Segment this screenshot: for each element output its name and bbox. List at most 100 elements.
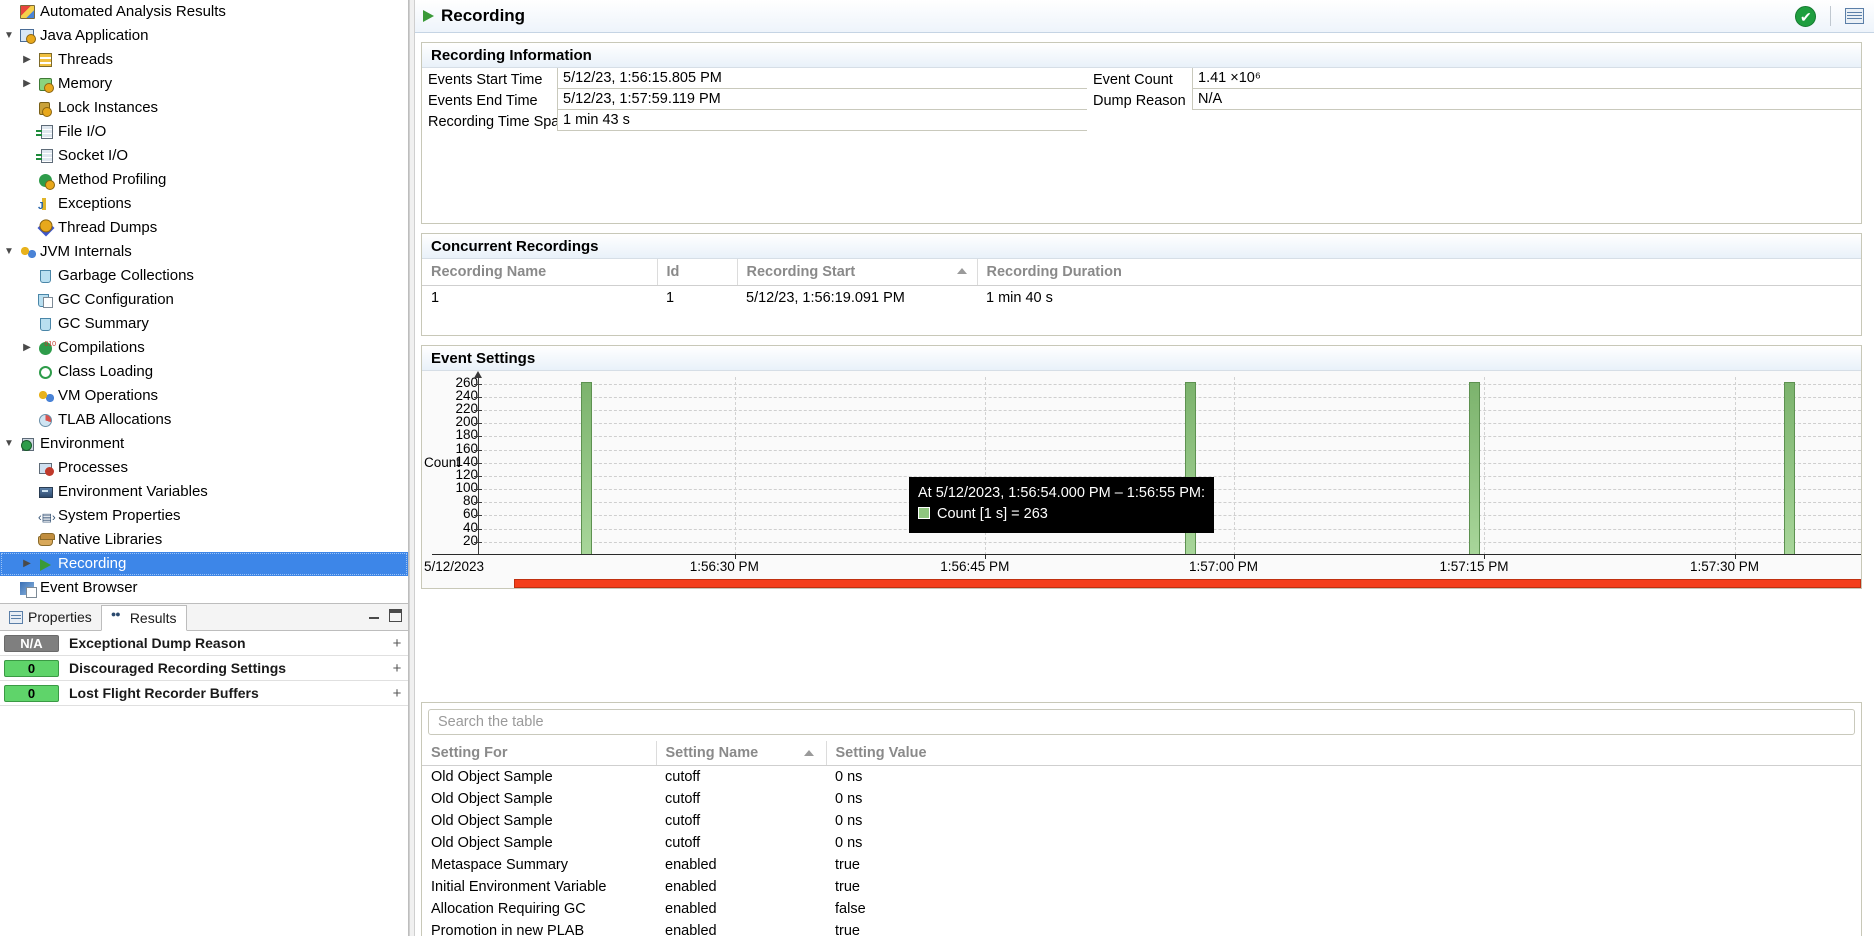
settings-table[interactable]: Setting For Setting Name Setting Value O… bbox=[422, 741, 1861, 936]
tree-item-label: Exceptions bbox=[58, 195, 132, 212]
environment-variables-icon bbox=[36, 482, 56, 502]
tree-item-system-properties[interactable]: System Properties bbox=[0, 504, 408, 530]
tree-item-threads[interactable]: Threads bbox=[0, 48, 408, 72]
table-row[interactable]: Initial Environment Variable enabled true bbox=[422, 876, 1861, 898]
result-label: Exceptional Dump Reason bbox=[69, 635, 246, 651]
range-selection-bar[interactable] bbox=[514, 579, 1861, 588]
tree-item-gc-summary[interactable]: GC Summary bbox=[0, 312, 408, 336]
column-setting-name[interactable]: Setting Name bbox=[656, 741, 827, 766]
chevron-down-icon[interactable] bbox=[0, 240, 18, 264]
chevron-down-icon[interactable] bbox=[0, 432, 18, 456]
table-row[interactable]: 1 1 5/12/23, 1:56:19.091 PM 1 min 40 s bbox=[422, 286, 1861, 311]
tree-item-method-profiling[interactable]: Method Profiling bbox=[0, 168, 408, 192]
tree-item-tlab-allocations[interactable]: TLAB Allocations bbox=[0, 408, 408, 432]
recording-time-span-value[interactable]: 1 min 43 s bbox=[557, 110, 1087, 131]
memory-icon-glyph bbox=[39, 78, 54, 93]
tree-item-java-application[interactable]: Java Application bbox=[0, 24, 408, 48]
table-row[interactable]: Old Object Sample cutoff 0 ns bbox=[422, 788, 1861, 810]
event-count-value[interactable]: 1.41 ×10⁶ bbox=[1192, 68, 1861, 89]
events-end-time-label: Events End Time bbox=[428, 92, 538, 109]
cell-setting-name: cutoff bbox=[665, 835, 701, 851]
table-row[interactable]: Metaspace Summary enabled true bbox=[422, 854, 1861, 876]
table-row[interactable]: Old Object Sample cutoff 0 ns bbox=[422, 766, 1861, 789]
column-recording-name[interactable]: Recording Name bbox=[422, 259, 658, 286]
events-start-time-value[interactable]: 5/12/23, 1:56:15.805 PM bbox=[557, 68, 1087, 89]
column-setting-for[interactable]: Setting For bbox=[422, 741, 657, 766]
result-row[interactable]: 0 Discouraged Recording Settings + bbox=[0, 656, 408, 681]
events-end-time-value[interactable]: 5/12/23, 1:57:59.119 PM bbox=[557, 89, 1087, 110]
minimize-icon[interactable] bbox=[368, 609, 381, 622]
tree-item-event-browser[interactable]: Event Browser bbox=[0, 576, 408, 600]
expand-result-button[interactable]: + bbox=[386, 635, 408, 652]
tree-item-lock-instances[interactable]: Lock Instances bbox=[0, 96, 408, 120]
tree-item-label: Event Browser bbox=[40, 579, 138, 596]
tree-item-recording[interactable]: Recording bbox=[0, 552, 408, 576]
tree-item-label: File I/O bbox=[58, 123, 107, 140]
table-row[interactable]: Promotion in new PLAB enabled true bbox=[422, 920, 1861, 936]
tree-item-memory[interactable]: Memory bbox=[0, 72, 408, 96]
chevron-right-icon[interactable] bbox=[18, 72, 36, 96]
tree-item-label: Recording bbox=[58, 555, 127, 572]
recording-play-icon bbox=[36, 554, 56, 574]
search-input[interactable]: Search the table bbox=[428, 709, 1855, 735]
outline-tree[interactable]: Automated Analysis Results Java Applicati… bbox=[0, 0, 409, 604]
y-tick-mark bbox=[474, 449, 482, 451]
tree-item-exceptions[interactable]: Exceptions bbox=[0, 192, 408, 219]
header-divider bbox=[1830, 6, 1831, 26]
tab-properties[interactable]: Properties bbox=[0, 604, 101, 630]
result-row[interactable]: N/A Exceptional Dump Reason + bbox=[0, 631, 408, 656]
tab-results-label: Results bbox=[129, 610, 177, 626]
tree-item-native-libraries[interactable]: Native Libraries bbox=[0, 528, 408, 552]
vertical-gridline bbox=[1484, 377, 1486, 555]
table-row[interactable]: Allocation Requiring GC enabled false bbox=[422, 898, 1861, 920]
panel-sash[interactable] bbox=[409, 0, 415, 936]
table-row[interactable]: Old Object Sample cutoff 0 ns bbox=[422, 810, 1861, 832]
dump-reason-value[interactable]: N/A bbox=[1192, 89, 1861, 110]
chevron-down-icon[interactable] bbox=[0, 24, 18, 48]
table-row[interactable]: Old Object Sample cutoff 0 ns bbox=[422, 832, 1861, 854]
tree-item-vm-operations[interactable]: VM Operations bbox=[0, 384, 408, 408]
socket-io-icon bbox=[36, 146, 56, 166]
tree-item-label: System Properties bbox=[58, 507, 181, 524]
tree-item-garbage-collections[interactable]: Garbage Collections bbox=[0, 264, 408, 288]
chevron-right-icon[interactable] bbox=[18, 552, 36, 576]
chart-bar[interactable] bbox=[1784, 381, 1796, 555]
tree-item-environment-variables[interactable]: Environment Variables bbox=[0, 480, 408, 504]
tree-item-automated-analysis-results[interactable]: Automated Analysis Results bbox=[0, 0, 408, 24]
column-setting-value[interactable]: Setting Value bbox=[826, 741, 1861, 766]
info-row: Dump Reason N/A bbox=[1087, 89, 1861, 110]
column-id[interactable]: Id bbox=[657, 259, 738, 286]
column-recording-duration[interactable]: Recording Duration bbox=[977, 259, 1861, 286]
tree-item-file-i-o[interactable]: File I/O bbox=[0, 120, 408, 144]
tree-item-label: Native Libraries bbox=[58, 531, 163, 548]
horizontal-gridline bbox=[479, 409, 1861, 411]
result-row[interactable]: 0 Lost Flight Recorder Buffers + bbox=[0, 681, 408, 706]
method-profiling-icon-glyph bbox=[39, 174, 55, 190]
expand-result-button[interactable]: + bbox=[386, 660, 408, 677]
chart-bar[interactable] bbox=[1468, 381, 1480, 555]
tree-item-thread-dumps[interactable]: Thread Dumps bbox=[0, 216, 408, 240]
event-settings-chart[interactable]: Count 260 240 220 200 180 160 140 120 100 80 60 40 2… bbox=[422, 371, 1861, 577]
chevron-right-icon[interactable] bbox=[18, 48, 36, 72]
tab-results[interactable]: Results bbox=[100, 605, 187, 631]
environment-variables-icon-glyph bbox=[39, 487, 53, 498]
threads-icon bbox=[36, 50, 56, 70]
column-recording-start-label: Recording Start bbox=[746, 264, 856, 280]
tree-item-compilations[interactable]: Compilations bbox=[0, 333, 408, 360]
concurrent-recordings-table[interactable]: Recording Name Id Recording Start Record… bbox=[422, 259, 1861, 310]
tree-item-label: Automated Analysis Results bbox=[40, 3, 226, 20]
maximize-icon[interactable] bbox=[389, 609, 402, 622]
chevron-right-icon[interactable] bbox=[18, 336, 36, 360]
tree-item-environment[interactable]: Environment bbox=[0, 432, 408, 456]
tree-item-processes[interactable]: Processes bbox=[0, 456, 408, 480]
chart-bar[interactable] bbox=[581, 381, 593, 555]
tree-item-jvm-internals[interactable]: JVM Internals bbox=[0, 240, 408, 264]
expand-result-button[interactable]: + bbox=[386, 685, 408, 702]
column-recording-start[interactable]: Recording Start bbox=[737, 259, 978, 286]
table-view-icon[interactable] bbox=[1845, 8, 1864, 24]
search-placeholder: Search the table bbox=[438, 714, 544, 730]
tree-item-socket-i-o[interactable]: Socket I/O bbox=[0, 144, 408, 168]
cell-setting-name: cutoff bbox=[665, 791, 701, 807]
tree-item-class-loading[interactable]: Class Loading bbox=[0, 360, 408, 384]
tree-item-gc-configuration[interactable]: GC Configuration bbox=[0, 288, 408, 312]
